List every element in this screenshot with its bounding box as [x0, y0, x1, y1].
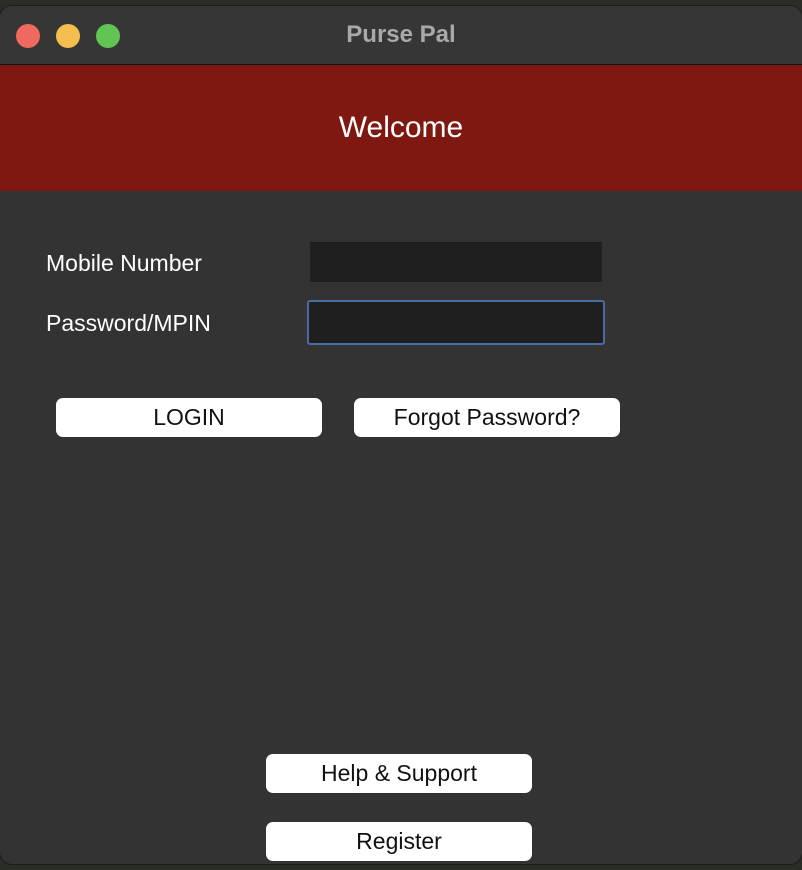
login-button[interactable]: LOGIN [56, 398, 322, 437]
welcome-heading: Welcome [338, 111, 464, 144]
window-title: Purse Pal [346, 21, 456, 48]
title-bar[interactable]: Purse Pal [0, 6, 802, 65]
forgot-password-button[interactable]: Forgot Password? [354, 398, 620, 437]
welcome-banner: Welcome [0, 65, 802, 191]
help-support-button[interactable]: Help & Support [266, 754, 532, 793]
register-button[interactable]: Register [266, 822, 532, 861]
mobile-number-label: Mobile Number [46, 250, 202, 276]
password-label: Password/MPIN [46, 310, 211, 336]
mobile-number-input[interactable] [310, 242, 602, 282]
password-input[interactable] [307, 300, 605, 345]
app-window: Purse Pal Welcome Mobile Number Password… [0, 6, 802, 864]
